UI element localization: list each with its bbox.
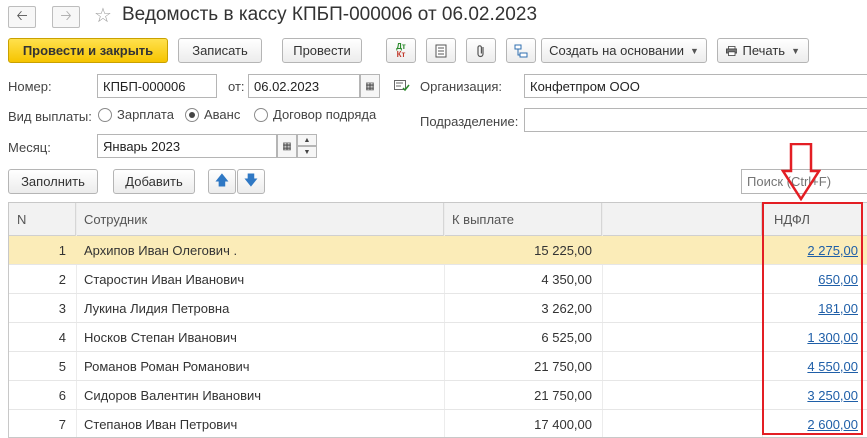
cell-employee: Старостин Иван Иванович xyxy=(84,272,245,287)
arrow-left-icon: 🡠 xyxy=(16,7,28,23)
table-row[interactable]: 6 Сидоров Валентин Иванович 21 750,00 3 … xyxy=(9,381,867,410)
subdivision-field[interactable] xyxy=(524,108,867,132)
table-row[interactable]: 4 Носков Степан Иванович 6 525,00 1 300,… xyxy=(9,323,867,352)
printer-icon xyxy=(726,45,738,56)
cell-n: 3 xyxy=(58,301,66,316)
chevron-down-icon: ▼ xyxy=(791,45,800,56)
cell-payout: 4 350,00 xyxy=(541,272,592,287)
arrow-right-icon: 🡢 xyxy=(60,7,72,23)
cell-payout: 21 750,00 xyxy=(534,388,592,403)
month-calendar-button[interactable]: ▦ xyxy=(277,134,297,158)
table-row[interactable]: 3 Лукина Лидия Петровна 3 262,00 181,00 xyxy=(9,294,867,323)
month-field[interactable]: Январь 2023 xyxy=(97,134,277,158)
number-field[interactable]: КПБП-000006 xyxy=(97,74,217,98)
radio-circle-icon xyxy=(254,107,268,122)
table-row[interactable]: 2 Старостин Иван Иванович 4 350,00 650,0… xyxy=(9,265,867,294)
post-button[interactable]: Провести xyxy=(282,38,362,63)
cell-employee: Носков Степан Иванович xyxy=(84,330,237,345)
calendar-icon: ▦ xyxy=(365,80,375,92)
page-title: Ведомость в кассу КПБП-000006 от 06.02.2… xyxy=(122,4,538,25)
date-field[interactable]: 06.02.2023 xyxy=(248,74,360,98)
table-row[interactable]: 5 Романов Роман Романович 21 750,00 4 55… xyxy=(9,352,867,381)
dt-kt-icon: Дт Кт xyxy=(396,41,406,59)
chevron-down-icon: ▼ xyxy=(303,148,311,156)
table-row[interactable]: 7 Степанов Иван Петрович 17 400,00 2 600… xyxy=(9,410,867,437)
forward-button[interactable]: 🡢 xyxy=(52,6,80,28)
month-label: Месяц: xyxy=(8,140,51,155)
column-header-payout[interactable]: К выплате xyxy=(444,203,602,236)
cell-n: 5 xyxy=(58,359,66,374)
column-header-blank xyxy=(602,203,762,236)
payment-type-label: Вид выплаты: xyxy=(8,109,92,124)
cell-payout: 21 750,00 xyxy=(534,359,592,374)
paperclip-icon xyxy=(477,44,484,57)
table-header: N Сотрудник К выплате НДФЛ xyxy=(9,203,867,236)
column-header-n[interactable]: N xyxy=(9,203,76,236)
month-down-button[interactable]: ▼ xyxy=(297,146,317,158)
document-list-icon xyxy=(435,44,447,57)
calendar-button[interactable]: ▦ xyxy=(360,74,380,98)
post-and-close-button[interactable]: Провести и закрыть xyxy=(8,38,168,63)
calendar-icon: ▦ xyxy=(282,140,292,152)
move-up-button[interactable]: 🡅 xyxy=(208,169,236,194)
chevron-down-icon: ▼ xyxy=(689,45,699,56)
column-header-employee[interactable]: Сотрудник xyxy=(76,203,444,236)
cell-payout: 17 400,00 xyxy=(534,417,592,432)
star-icon[interactable]: ☆ xyxy=(94,3,112,28)
cell-payout: 3 262,00 xyxy=(541,301,592,316)
cell-employee: Романов Роман Романович xyxy=(84,359,250,374)
radio-contract[interactable]: Договор подряда xyxy=(254,107,376,122)
create-based-on-button[interactable]: Создать на основании ▼ xyxy=(541,38,707,63)
radio-salary[interactable]: Зарплата xyxy=(98,107,174,122)
fill-button[interactable]: Заполнить xyxy=(8,169,98,194)
organization-label: Организация: xyxy=(420,79,503,94)
add-button[interactable]: Добавить xyxy=(113,169,195,194)
radio-circle-icon xyxy=(98,107,112,122)
cell-n: 4 xyxy=(58,330,66,345)
radio-advance[interactable]: Аванс xyxy=(185,107,240,122)
cell-payout: 15 225,00 xyxy=(534,243,592,258)
cell-employee: Степанов Иван Петрович xyxy=(84,417,238,432)
subdivision-label: Подразделение: xyxy=(420,114,519,129)
dt-kt-button[interactable]: Дт Кт xyxy=(386,38,416,63)
radio-selected-icon xyxy=(185,107,199,122)
save-button[interactable]: Записать xyxy=(178,38,262,63)
doc-check-icon[interactable] xyxy=(394,80,410,95)
hierarchy-icon xyxy=(514,44,528,57)
report-button[interactable] xyxy=(426,38,456,63)
cell-employee: Сидоров Валентин Иванович xyxy=(84,388,262,403)
back-button[interactable]: 🡠 xyxy=(8,6,36,28)
move-down-button[interactable]: 🡇 xyxy=(237,169,265,194)
month-up-button[interactable]: ▲ xyxy=(297,134,317,146)
organization-field[interactable]: Конфетпром ООО xyxy=(524,74,867,98)
cell-n: 6 xyxy=(58,388,66,403)
cell-employee: Лукина Лидия Петровна xyxy=(84,301,230,316)
cell-n: 7 xyxy=(58,417,66,432)
cell-payout: 6 525,00 xyxy=(541,330,592,345)
arrow-down-annotation-icon xyxy=(781,143,821,201)
cell-n: 1 xyxy=(58,243,66,258)
table-row[interactable]: 1 Архипов Иван Олегович . 15 225,00 2 27… xyxy=(9,236,867,265)
attach-button[interactable] xyxy=(466,38,496,63)
cell-n: 2 xyxy=(58,272,66,287)
arrow-down-icon: 🡇 xyxy=(243,171,259,188)
print-button[interactable]: Печать ▼ xyxy=(717,38,809,63)
structure-button[interactable] xyxy=(506,38,536,63)
arrow-up-icon: 🡅 xyxy=(214,171,230,188)
date-label: от: xyxy=(228,79,245,94)
cell-employee: Архипов Иван Олегович . xyxy=(84,243,238,258)
chevron-up-icon: ▲ xyxy=(303,136,311,144)
payroll-table: N Сотрудник К выплате НДФЛ 1 Архипов Ива… xyxy=(8,202,867,438)
highlight-frame xyxy=(762,202,863,435)
number-label: Номер: xyxy=(8,79,52,94)
